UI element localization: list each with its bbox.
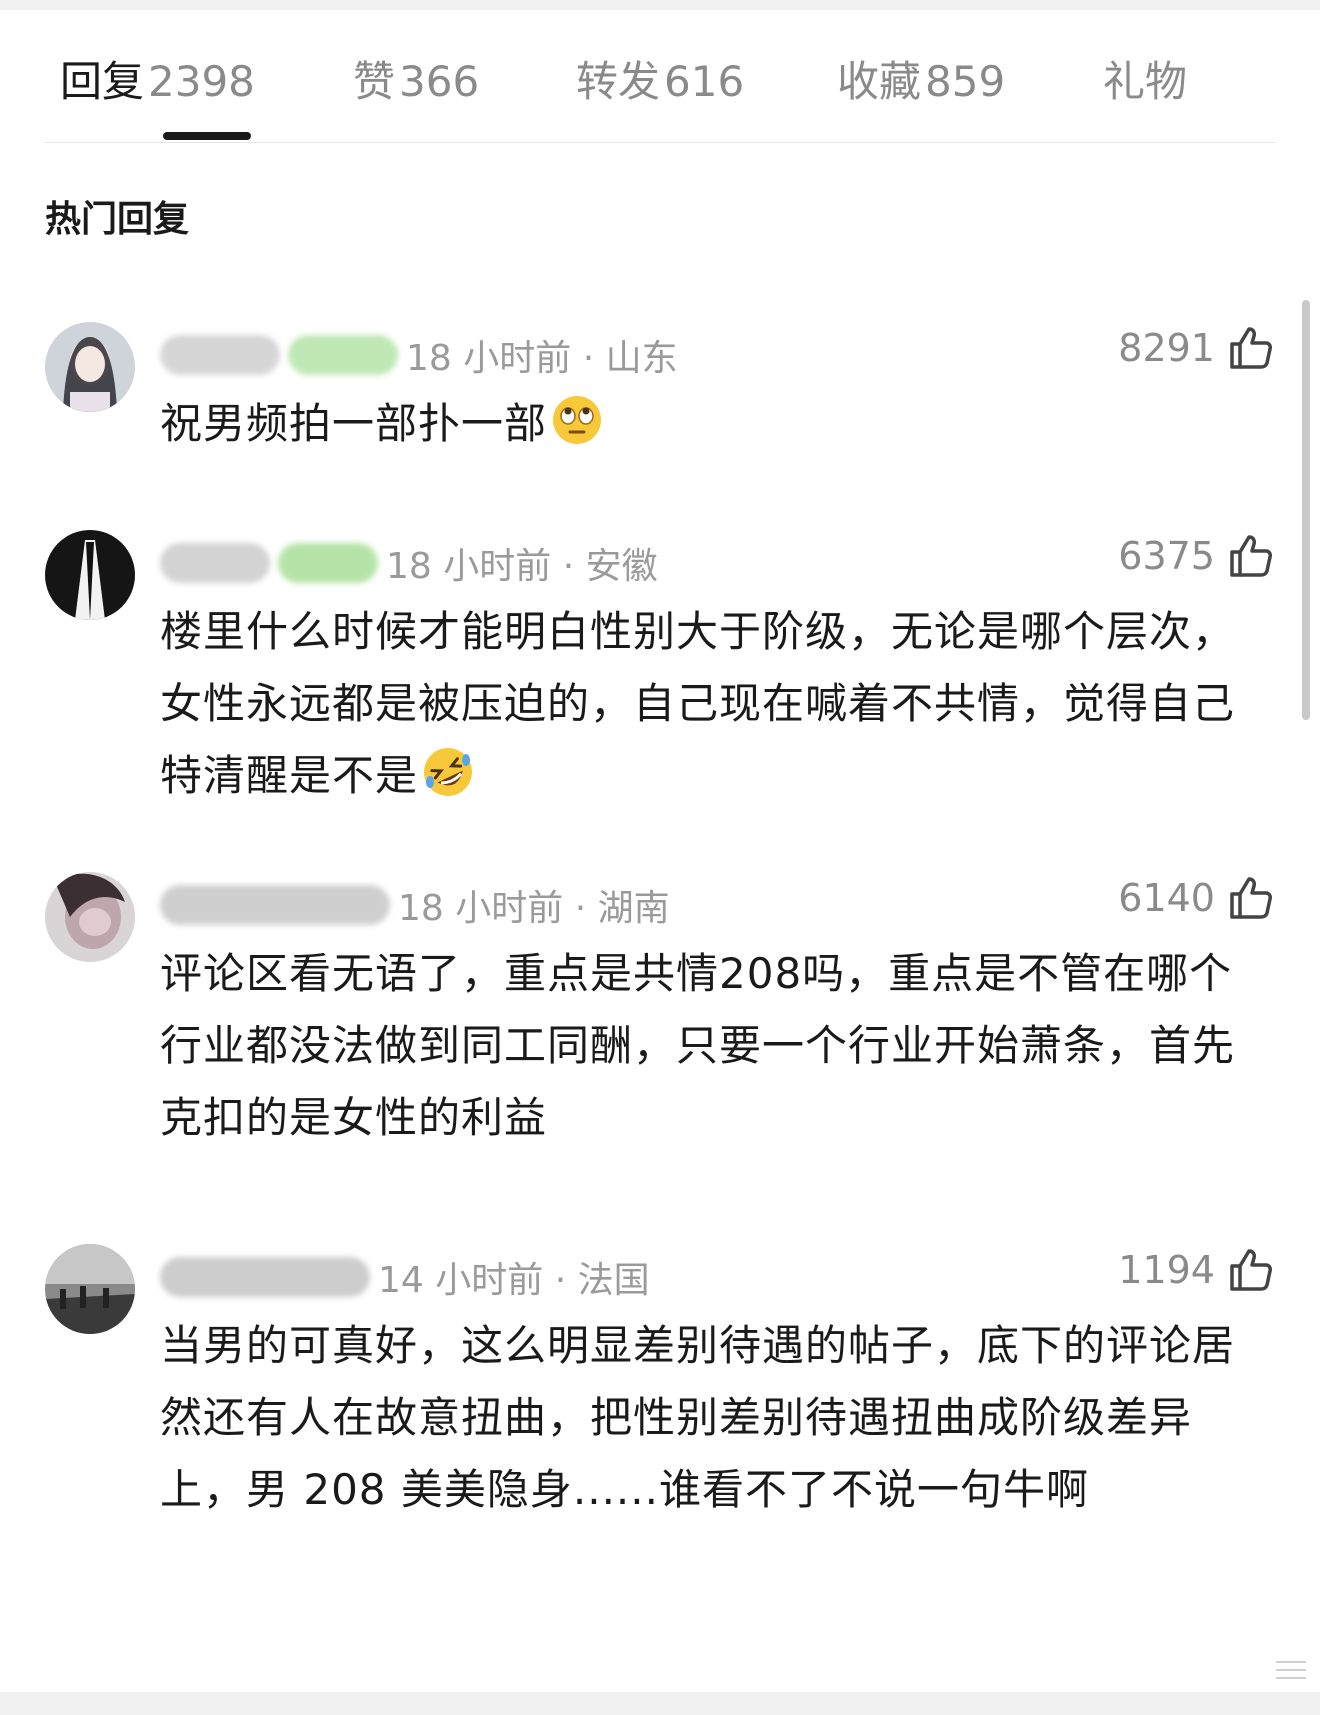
username-blurred[interactable] (160, 1257, 370, 1297)
avatar[interactable] (45, 1244, 135, 1334)
tab-gifts[interactable]: 礼物 (1103, 48, 1187, 109)
avatar[interactable] (45, 872, 135, 962)
tab-favorites[interactable]: 收藏859 (837, 48, 1005, 109)
tab-reposts[interactable]: 转发616 (576, 48, 744, 109)
thumbs-up-icon (1230, 1249, 1272, 1291)
active-tab-indicator (163, 132, 251, 140)
tab-bar: 回复2398 赞366 转发616 收藏859 礼物 (45, 10, 1275, 143)
thumbs-up-icon (1230, 877, 1272, 919)
like-button[interactable]: 8291 (1118, 324, 1275, 372)
scrollbar[interactable] (1302, 300, 1310, 720)
like-count: 1194 (1118, 1248, 1215, 1292)
eye-roll-emoji-icon (553, 396, 602, 444)
avatar[interactable] (45, 322, 135, 412)
like-button[interactable]: 1194 (1118, 1246, 1275, 1294)
comment-meta: 18 小时前 · 安徽 (160, 538, 658, 588)
comment-body: 祝男频拍一部扑一部 (160, 399, 548, 448)
tab-replies-count: 2398 (148, 57, 255, 106)
tab-likes-count: 366 (399, 57, 480, 106)
username-blurred[interactable] (160, 885, 390, 925)
tab-replies-label: 回复 (60, 57, 145, 106)
like-button[interactable]: 6375 (1118, 532, 1275, 580)
tab-likes[interactable]: 赞366 (353, 48, 479, 109)
like-count: 8291 (1118, 326, 1215, 370)
tab-likes-label: 赞 (353, 57, 396, 106)
username-blurred[interactable] (160, 335, 280, 375)
like-count: 6375 (1118, 534, 1215, 578)
user-badge-blurred (278, 543, 378, 583)
tab-replies[interactable]: 回复2398 (60, 48, 255, 109)
comment-body: 评论区看无语了，重点是共情208吗，重点是不管在哪个行业都没法做到同工同酬，只要… (160, 949, 1236, 1142)
comment-panel: 回复2398 赞366 转发616 收藏859 礼物 热门回复 18 小时前 ·… (0, 10, 1320, 1692)
comment-text: 当男的可真好，这么明显差别待遇的帖子，底下的评论居然还有人在故意扭曲，把性别差别… (160, 1310, 1270, 1526)
comment-text: 楼里什么时候才能明白性别大于阶级，无论是哪个层次，女性永远都是被压迫的，自己现在… (160, 596, 1270, 812)
comment-body: 当男的可真好，这么明显差别待遇的帖子，底下的评论居然还有人在故意扭曲，把性别差别… (160, 1321, 1236, 1514)
like-button[interactable]: 6140 (1118, 874, 1275, 922)
comment-text: 评论区看无语了，重点是共情208吗，重点是不管在哪个行业都没法做到同工同酬，只要… (160, 938, 1270, 1154)
comment-time-location: 18 小时前 · 山东 (406, 338, 678, 379)
username-blurred[interactable] (160, 543, 270, 583)
avatar[interactable] (45, 530, 135, 620)
user-badge-blurred (288, 335, 398, 375)
menu-lines-icon (1276, 1661, 1306, 1679)
tab-favorites-count: 859 (925, 57, 1006, 106)
tab-gifts-label: 礼物 (1103, 57, 1188, 106)
thumbs-up-icon (1230, 535, 1272, 577)
thumbs-up-icon (1230, 327, 1272, 369)
tab-reposts-count: 616 (664, 57, 745, 106)
like-count: 6140 (1118, 876, 1215, 920)
comment-meta: 14 小时前 · 法国 (160, 1252, 650, 1302)
comment-text: 祝男频拍一部扑一部 (160, 388, 1270, 460)
rolling-laughing-emoji-icon (424, 748, 473, 796)
comment-time-location: 18 小时前 · 湖南 (398, 888, 670, 929)
tab-favorites-label: 收藏 (837, 57, 922, 106)
comment-time-location: 14 小时前 · 法国 (378, 1260, 650, 1301)
comment-time-location: 18 小时前 · 安徽 (386, 546, 658, 587)
tab-reposts-label: 转发 (576, 57, 661, 106)
comment-body: 楼里什么时候才能明白性别大于阶级，无论是哪个层次，女性永远都是被压迫的，自己现在… (160, 607, 1236, 800)
comment-meta: 18 小时前 · 湖南 (160, 880, 670, 930)
hot-replies-heading: 热门回复 (45, 199, 190, 240)
comment-meta: 18 小时前 · 山东 (160, 330, 678, 380)
